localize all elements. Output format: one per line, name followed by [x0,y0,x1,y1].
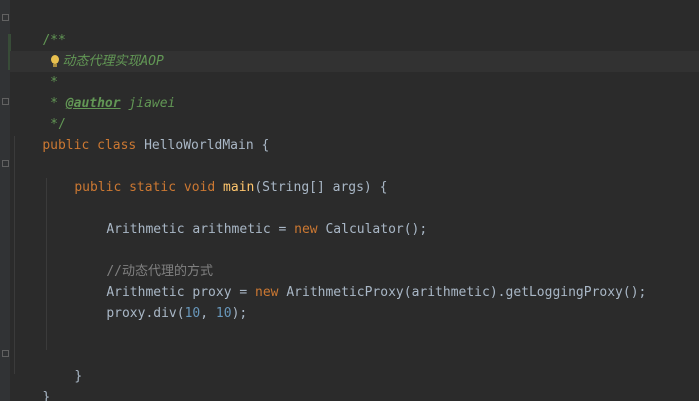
method-name: main [215,180,255,195]
code-text: ArithmeticProxy(arithmetic).getLoggingPr… [278,285,647,300]
closing-brace: } [42,390,51,401]
code-text: Arithmetic arithmetic = [106,222,295,237]
code-line: * @author jiawei [11,72,175,111]
keyword: void [176,180,216,195]
code-text: ); [231,306,248,321]
keyword: new [255,285,279,300]
number-literal: 10 [184,306,201,321]
keyword: public [74,180,122,195]
keyword: class [89,138,137,153]
code-line: */ [11,93,66,132]
code-line: /** [11,9,65,48]
method-signature: (String[] args) { [254,180,388,195]
code-line: } [11,366,50,401]
fold-marker-main-end[interactable] [2,350,9,357]
code-text: , [200,306,216,321]
keyword: public [42,138,90,153]
code-line: public class HelloWorldMain { [11,114,269,153]
javadoc-author-tag: @author [65,96,121,111]
code-line: } [43,345,82,384]
closing-brace: } [74,369,83,384]
keyword: new [294,222,318,237]
code-line: 动态代理实现AOP [17,30,164,69]
fold-marker-main[interactable] [2,160,9,167]
code-line: proxy.div(10, 10); [75,282,247,321]
code-text: proxy.div( [106,306,185,321]
class-declaration: HelloWorldMain { [136,138,270,153]
javadoc-author-name: jiawei [120,96,176,111]
javadoc-description: 动态代理实现AOP [62,54,164,69]
code-editor[interactable]: /** 动态代理实现AOP * * @author jiawei */ publ… [0,0,699,401]
code-text: Calculator(); [317,222,428,237]
code-line: Arithmetic arithmetic = new Calculator()… [75,198,427,237]
fold-marker-javadoc[interactable] [2,14,9,21]
code-line: Arithmetic proxy = new ArithmeticProxy(a… [75,261,646,300]
code-line: //动态代理的方式 [75,240,213,279]
code-line: public static void main(String[] args) { [43,156,387,195]
number-literal: 10 [215,306,232,321]
keyword: static [121,180,177,195]
code-line: * [11,51,58,90]
fold-marker-javadoc-end[interactable] [2,98,9,105]
